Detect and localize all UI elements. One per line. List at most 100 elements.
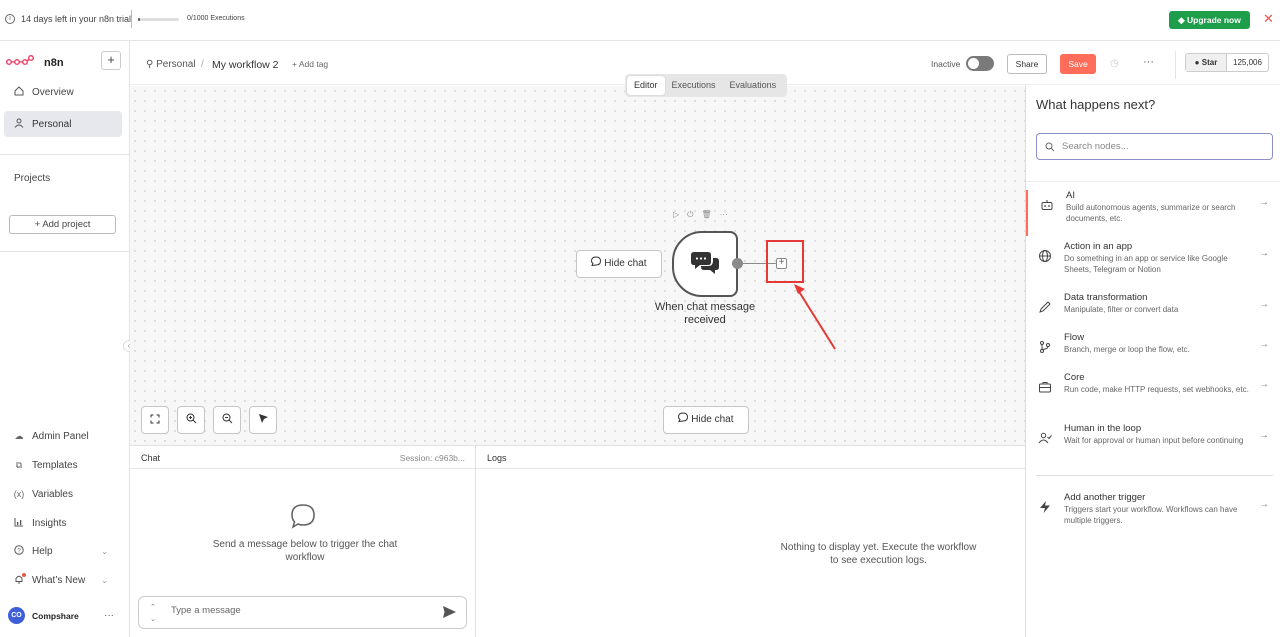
- session-id[interactable]: Session: c963b...: [400, 453, 465, 463]
- sidebar-item-whats-new[interactable]: What’s New ⌄: [4, 569, 122, 591]
- node-toolbar: ▷ ⏻ 🗑 ···: [673, 210, 728, 220]
- workflow-canvas[interactable]: ▷ ⏻ 🗑 ··· Hide chat + When chat message …: [130, 86, 1025, 445]
- workflow-name[interactable]: My workflow 2: [212, 59, 279, 71]
- trash-icon[interactable]: 🗑: [701, 210, 711, 220]
- chevron-down-icon: ⌄: [101, 546, 108, 556]
- add-project-label: Add project: [42, 219, 91, 230]
- sidebar-item-admin-panel[interactable]: ☁ Admin Panel: [4, 425, 122, 447]
- chat-message-input[interactable]: [171, 605, 431, 616]
- sidebar-item-label: Personal: [32, 118, 72, 130]
- sidebar-item-label: Help: [32, 545, 53, 557]
- cloud-icon: ☁: [14, 430, 24, 441]
- arrow-right-icon: →: [1259, 339, 1269, 350]
- zoom-out-button[interactable]: [213, 406, 241, 434]
- more-options-icon[interactable]: ···: [1143, 56, 1154, 68]
- status-label: Inactive: [931, 59, 961, 69]
- power-icon[interactable]: ⏻: [687, 210, 693, 220]
- bottom-panel: Chat Session: c963b... Send a message be…: [130, 445, 1025, 637]
- sidebar-item-label: Admin Panel: [32, 430, 89, 442]
- info-icon: i: [5, 14, 15, 24]
- search-nodes-input[interactable]: [1062, 141, 1262, 152]
- chat-bubble-icon: [290, 503, 316, 532]
- add-tag-link[interactable]: + Add tag: [292, 59, 328, 69]
- history-arrows-icon[interactable]: ⌃ ⌄: [150, 602, 156, 626]
- close-icon[interactable]: ✕: [1263, 12, 1274, 26]
- node-label: When chat message received: [654, 301, 756, 326]
- sidebar-item-label: Insights: [32, 517, 67, 529]
- search-box: [1036, 133, 1273, 160]
- breadcrumb-project[interactable]: ⚲ Personal: [146, 59, 196, 70]
- chat-panel-header: Chat Session: c963b...: [130, 446, 475, 469]
- add-project-button[interactable]: + Add project: [9, 215, 116, 234]
- bolt-icon: [1038, 500, 1052, 514]
- logs-empty-text: Nothing to display yet. Execute the work…: [780, 542, 977, 566]
- github-star-count: 125,006: [1233, 58, 1262, 67]
- category-action-in-app[interactable]: Action in an app Do something in an app …: [1026, 241, 1280, 287]
- divider: [1036, 475, 1273, 476]
- hide-chat-button[interactable]: Hide chat: [576, 250, 662, 278]
- annotation-arrow: [794, 284, 836, 350]
- chart-icon: [12, 517, 26, 529]
- sidebar-item-label: Variables: [32, 488, 73, 500]
- add-another-trigger[interactable]: Add another trigger Triggers start your …: [1026, 492, 1280, 538]
- executions-count: 0/1000 Executions: [187, 15, 245, 22]
- history-icon[interactable]: ◷: [1110, 58, 1119, 69]
- logo[interactable]: n8n: [5, 54, 64, 70]
- sidebar-item-label: What’s New: [32, 574, 86, 586]
- n8n-logo-icon: [5, 54, 35, 70]
- user-icon: [12, 118, 26, 131]
- sidebar-item-templates[interactable]: ⧉ Templates: [4, 454, 122, 476]
- chat-trigger-node[interactable]: [672, 231, 738, 297]
- tab-editor[interactable]: Editor: [627, 76, 665, 95]
- more-icon[interactable]: ···: [104, 610, 114, 621]
- chat-panel: Chat Session: c963b... Send a message be…: [130, 446, 476, 637]
- user-name: Compshare: [32, 610, 79, 621]
- panel-title: What happens next?: [1036, 97, 1156, 112]
- box-icon: ⧉: [15, 459, 23, 470]
- annotation-highlight: [766, 240, 804, 283]
- save-button[interactable]: Save: [1060, 54, 1096, 74]
- tab-evaluations[interactable]: Evaluations: [723, 76, 784, 95]
- category-human-in-loop[interactable]: Human in the loop Wait for approval or h…: [1026, 423, 1280, 469]
- arrow-right-icon: →: [1259, 299, 1269, 310]
- category-core[interactable]: Core Run code, make HTTP requests, set w…: [1026, 372, 1280, 418]
- new-button[interactable]: +: [101, 51, 121, 70]
- user-menu[interactable]: CO Compshare ···: [8, 607, 114, 624]
- robot-icon: [1040, 198, 1054, 212]
- branch-icon: [1038, 340, 1052, 354]
- sidebar-item-personal[interactable]: Personal: [4, 111, 122, 137]
- logs-title: Logs: [487, 453, 507, 463]
- output-handle[interactable]: [732, 258, 743, 269]
- logs-panel: Logs Nothing to display yet. Execute the…: [476, 446, 1025, 637]
- active-toggle[interactable]: [966, 56, 994, 71]
- user-icon: ⚲: [146, 59, 154, 70]
- zoom-in-button[interactable]: [177, 406, 205, 434]
- tab-executions[interactable]: Executions: [665, 76, 723, 95]
- upgrade-button[interactable]: ◆ Upgrade now: [1169, 11, 1250, 29]
- share-button[interactable]: Share: [1007, 54, 1047, 74]
- category-ai[interactable]: AI Build autonomous agents, summarize or…: [1026, 190, 1280, 236]
- more-icon[interactable]: ···: [720, 210, 728, 220]
- fit-view-button[interactable]: [141, 406, 169, 434]
- send-icon[interactable]: [442, 605, 457, 622]
- trial-text: 14 days left in your n8n trial: [21, 14, 132, 24]
- zoom-out-icon: [222, 413, 233, 427]
- divider: [0, 154, 130, 155]
- sidebar-item-variables[interactable]: (x) Variables: [4, 483, 122, 505]
- fullscreen-icon: [150, 413, 160, 427]
- play-icon[interactable]: ▷: [673, 210, 679, 220]
- github-star-label: Star: [1201, 58, 1218, 67]
- github-icon: ●: [1194, 58, 1200, 67]
- sidebar-item-overview[interactable]: Overview: [4, 79, 122, 105]
- divider: [1175, 51, 1176, 79]
- hide-chat-button-bottom[interactable]: Hide chat: [663, 406, 749, 434]
- sidebar-item-help[interactable]: ? Help ⌄: [4, 540, 122, 562]
- divider: [131, 10, 132, 28]
- github-star-button[interactable]: ● Star 125,006: [1185, 53, 1269, 72]
- chat-title: Chat: [141, 453, 161, 463]
- chat-bubbles-icon: [690, 250, 720, 279]
- cursor-icon: [258, 413, 269, 427]
- notification-dot: [22, 573, 26, 577]
- sidebar-item-insights[interactable]: Insights: [4, 512, 122, 534]
- tidy-up-button[interactable]: [249, 406, 277, 434]
